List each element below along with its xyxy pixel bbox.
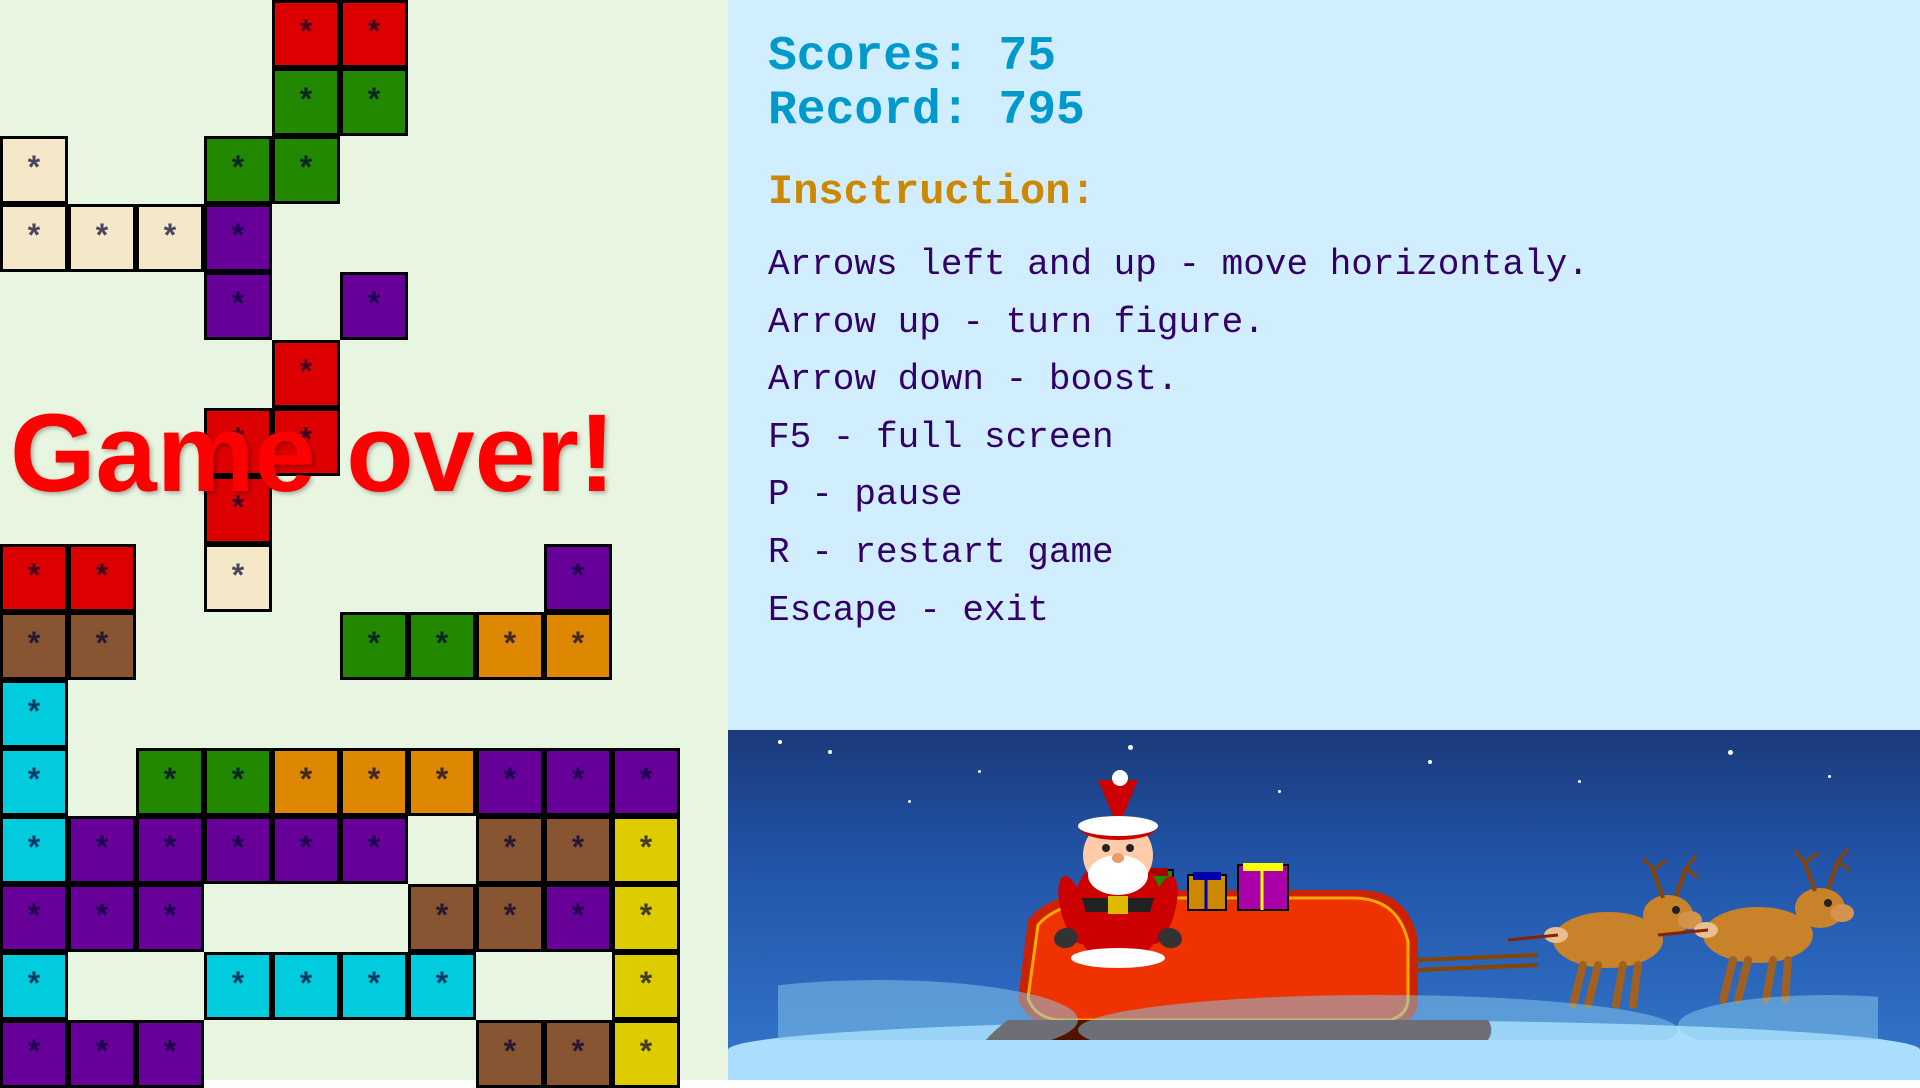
tetris-cell: *	[340, 68, 408, 136]
tetris-cell: *	[0, 612, 68, 680]
tetris-cell: *	[272, 0, 340, 68]
star	[1728, 750, 1733, 755]
tetris-cell: *	[340, 0, 408, 68]
tetris-cell: *	[408, 884, 476, 952]
tetris-cell: *	[0, 1020, 68, 1088]
tetris-cell: *	[340, 952, 408, 1020]
tetris-cell: *	[476, 1020, 544, 1088]
tetris-cell: *	[340, 816, 408, 884]
tetris-cell: *	[340, 748, 408, 816]
instruction-line-7: Escape - exit	[768, 582, 1880, 640]
tetris-cell: *	[340, 272, 408, 340]
tetris-cell: *	[0, 884, 68, 952]
scores-display: Scores: 75	[768, 30, 1880, 84]
tetris-cell: *	[68, 544, 136, 612]
tetris-cell: *	[204, 544, 272, 612]
tetris-cell: *	[544, 544, 612, 612]
santa-scene	[778, 760, 1878, 1040]
record-display: Record: 795	[768, 84, 1880, 138]
tetris-cell: *	[0, 952, 68, 1020]
tetris-cell: *	[204, 136, 272, 204]
game-over-text: Game over!	[10, 390, 615, 517]
info-panel: Scores: 75 Record: 795 Insctruction: Arr…	[728, 0, 1920, 730]
tetris-cell: *	[544, 816, 612, 884]
instruction-title: Insctruction:	[768, 168, 1880, 216]
tetris-cell: *	[476, 816, 544, 884]
tetris-cell: *	[204, 272, 272, 340]
tetris-cell: *	[68, 612, 136, 680]
tetris-cell: *	[68, 884, 136, 952]
instruction-line-2: Arrow up - turn figure.	[768, 294, 1880, 352]
instruction-line-6: R - restart game	[768, 524, 1880, 582]
tetris-cell: *	[204, 816, 272, 884]
tetris-cell: *	[0, 816, 68, 884]
tetris-cell: *	[544, 612, 612, 680]
tetris-board: ****************************************…	[0, 0, 728, 1080]
tetris-cell: *	[544, 884, 612, 952]
scores-section: Scores: 75 Record: 795	[768, 30, 1880, 138]
star	[1128, 745, 1133, 750]
tetris-cell: *	[68, 204, 136, 272]
tetris-cell: *	[612, 748, 680, 816]
tetris-cell: *	[136, 816, 204, 884]
instruction-line-4: F5 - full screen	[768, 409, 1880, 467]
tetris-cell: *	[408, 612, 476, 680]
tetris-cell: *	[476, 612, 544, 680]
instructions-list: Arrows left and up - move horizontaly. A…	[768, 236, 1880, 639]
tetris-cell: *	[68, 816, 136, 884]
tetris-cell: *	[544, 748, 612, 816]
tetris-cell: *	[0, 544, 68, 612]
tetris-cell: *	[612, 1020, 680, 1088]
tetris-cell: *	[0, 136, 68, 204]
tetris-cell: *	[0, 680, 68, 748]
tetris-cell: *	[272, 136, 340, 204]
tetris-cell: *	[68, 1020, 136, 1088]
instruction-line-3: Arrow down - boost.	[768, 351, 1880, 409]
tetris-cell: *	[408, 748, 476, 816]
tetris-cell: *	[408, 952, 476, 1020]
tetris-cell: *	[272, 68, 340, 136]
santa-panel	[728, 730, 1920, 1080]
game-panel: ****************************************…	[0, 0, 728, 1080]
tetris-cell: *	[612, 816, 680, 884]
tetris-cell: *	[544, 1020, 612, 1088]
tetris-cell: *	[612, 884, 680, 952]
instruction-line-5: P - pause	[768, 466, 1880, 524]
tetris-cell: *	[136, 884, 204, 952]
tetris-cell: *	[476, 748, 544, 816]
tetris-cell: *	[272, 816, 340, 884]
tetris-cell: *	[0, 204, 68, 272]
tetris-cell: *	[204, 952, 272, 1020]
tetris-cell: *	[340, 612, 408, 680]
tetris-cell: *	[272, 748, 340, 816]
tetris-cell: *	[136, 1020, 204, 1088]
tetris-cell: *	[136, 748, 204, 816]
tetris-cell: *	[612, 952, 680, 1020]
tetris-cell: *	[272, 952, 340, 1020]
tetris-cell: *	[136, 204, 204, 272]
tetris-cell: *	[204, 204, 272, 272]
instruction-line-1: Arrows left and up - move horizontaly.	[768, 236, 1880, 294]
tetris-cell: *	[0, 748, 68, 816]
tetris-cell: *	[476, 884, 544, 952]
right-panel: Scores: 75 Record: 795 Insctruction: Arr…	[728, 0, 1920, 1080]
star	[828, 750, 832, 754]
star	[778, 740, 782, 744]
tetris-cell: *	[204, 748, 272, 816]
